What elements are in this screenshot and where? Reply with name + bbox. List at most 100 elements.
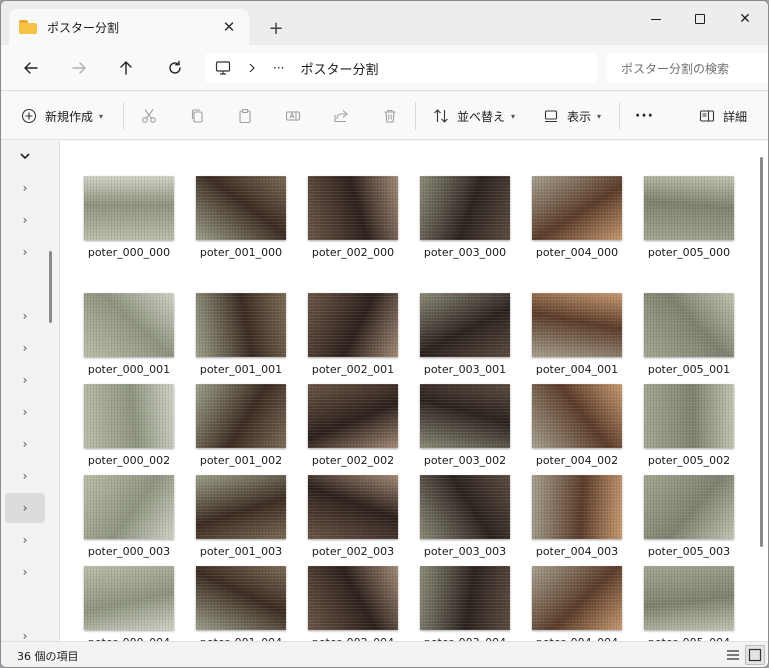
back-button[interactable]: [16, 53, 46, 83]
content-scrollbar[interactable]: [760, 157, 763, 547]
file-item[interactable]: poter_003_001: [406, 293, 518, 383]
new-button[interactable]: 新規作成 ▾: [21, 104, 103, 128]
file-item[interactable]: poter_002_004: [294, 566, 406, 641]
image-thumbnail[interactable]: [644, 293, 734, 357]
image-thumbnail[interactable]: [196, 293, 286, 357]
file-item[interactable]: poter_002_001: [294, 293, 406, 383]
image-thumbnail[interactable]: [644, 475, 734, 539]
more-options-button[interactable]: ···: [635, 104, 654, 128]
details-view-button[interactable]: [723, 645, 743, 665]
image-thumbnail[interactable]: [308, 475, 398, 539]
search-input[interactable]: ポスター分割の検索: [607, 53, 768, 83]
nav-expand-3[interactable]: ›: [5, 237, 45, 267]
large-icons-view-button[interactable]: [745, 645, 765, 665]
image-thumbnail[interactable]: [420, 293, 510, 357]
collapse-chevron[interactable]: [5, 141, 45, 171]
image-thumbnail[interactable]: [84, 475, 174, 539]
tab-poster-split[interactable]: ポスター分割 ✕: [9, 9, 249, 45]
file-item[interactable]: poter_004_002: [518, 384, 630, 474]
image-thumbnail[interactable]: [644, 384, 734, 448]
image-thumbnail[interactable]: [308, 176, 398, 240]
image-thumbnail[interactable]: [532, 293, 622, 357]
monitor-icon[interactable]: [215, 60, 231, 76]
file-item[interactable]: poter_005_003: [630, 475, 742, 565]
nav-expand-1[interactable]: ›: [5, 173, 45, 203]
file-item[interactable]: poter_005_001: [630, 293, 742, 383]
file-item[interactable]: poter_004_001: [518, 293, 630, 383]
image-thumbnail[interactable]: [308, 384, 398, 448]
details-button[interactable]: 詳細: [699, 104, 747, 128]
file-item[interactable]: poter_001_004: [182, 566, 294, 641]
minimize-button[interactable]: [633, 1, 679, 37]
forward-button[interactable]: [64, 53, 94, 83]
file-item[interactable]: poter_001_003: [182, 475, 294, 565]
delete-button[interactable]: [382, 104, 398, 128]
image-thumbnail[interactable]: [84, 176, 174, 240]
copy-button[interactable]: [189, 104, 205, 128]
file-item[interactable]: poter_005_002: [630, 384, 742, 474]
sort-button[interactable]: 並べ替え ▾: [433, 104, 515, 128]
image-thumbnail[interactable]: [420, 475, 510, 539]
chevron-right-icon[interactable]: [247, 63, 257, 73]
image-thumbnail[interactable]: [532, 384, 622, 448]
image-thumbnail[interactable]: [420, 384, 510, 448]
nav-expand-8[interactable]: ›: [5, 429, 45, 459]
image-thumbnail[interactable]: [84, 293, 174, 357]
nav-expand-4[interactable]: ›: [5, 301, 45, 331]
breadcrumb-current[interactable]: ポスター分割: [300, 59, 378, 78]
address-bar[interactable]: ··· ポスター分割: [205, 53, 597, 83]
new-tab-button[interactable]: +: [263, 15, 289, 41]
image-thumbnail[interactable]: [196, 566, 286, 630]
image-thumbnail[interactable]: [644, 176, 734, 240]
file-item[interactable]: poter_005_004: [630, 566, 742, 641]
file-item[interactable]: poter_000_004: [70, 566, 182, 641]
file-item[interactable]: poter_004_000: [518, 176, 630, 266]
file-item[interactable]: poter_002_002: [294, 384, 406, 474]
image-thumbnail[interactable]: [196, 176, 286, 240]
view-button[interactable]: 表示 ▾: [543, 104, 601, 128]
nav-expand-9[interactable]: ›: [5, 461, 45, 491]
image-thumbnail[interactable]: [196, 384, 286, 448]
file-item[interactable]: poter_001_000: [182, 176, 294, 266]
file-item[interactable]: poter_000_001: [70, 293, 182, 383]
up-button[interactable]: [111, 53, 141, 83]
file-item[interactable]: poter_000_002: [70, 384, 182, 474]
maximize-button[interactable]: [677, 1, 723, 37]
image-thumbnail[interactable]: [84, 566, 174, 630]
nav-scrollbar[interactable]: [49, 251, 52, 323]
file-item[interactable]: poter_004_003: [518, 475, 630, 565]
nav-expand-11[interactable]: ›: [5, 557, 45, 587]
nav-expand-selected[interactable]: ›: [5, 493, 45, 523]
file-item[interactable]: poter_001_001: [182, 293, 294, 383]
image-thumbnail[interactable]: [532, 475, 622, 539]
image-thumbnail[interactable]: [532, 566, 622, 630]
file-item[interactable]: poter_000_003: [70, 475, 182, 565]
refresh-button[interactable]: [160, 53, 190, 83]
file-item[interactable]: poter_001_002: [182, 384, 294, 474]
image-thumbnail[interactable]: [308, 566, 398, 630]
image-thumbnail[interactable]: [420, 176, 510, 240]
file-item[interactable]: poter_005_000: [630, 176, 742, 266]
close-window-button[interactable]: ✕: [722, 1, 768, 37]
nav-expand-2[interactable]: ›: [5, 205, 45, 235]
nav-expand-6[interactable]: ›: [5, 365, 45, 395]
file-item[interactable]: poter_003_003: [406, 475, 518, 565]
file-item[interactable]: poter_002_000: [294, 176, 406, 266]
paste-button[interactable]: [237, 104, 253, 128]
image-thumbnail[interactable]: [644, 566, 734, 630]
image-thumbnail[interactable]: [532, 176, 622, 240]
file-item[interactable]: poter_002_003: [294, 475, 406, 565]
share-button[interactable]: [333, 104, 349, 128]
rename-button[interactable]: [285, 104, 301, 128]
cut-button[interactable]: [141, 104, 157, 128]
file-item[interactable]: poter_003_000: [406, 176, 518, 266]
file-item[interactable]: poter_004_004: [518, 566, 630, 641]
file-item[interactable]: poter_000_000: [70, 176, 182, 266]
file-item[interactable]: poter_003_004: [406, 566, 518, 641]
nav-expand-10[interactable]: ›: [5, 525, 45, 555]
image-thumbnail[interactable]: [196, 475, 286, 539]
image-thumbnail[interactable]: [420, 566, 510, 630]
image-thumbnail[interactable]: [308, 293, 398, 357]
image-thumbnail[interactable]: [84, 384, 174, 448]
breadcrumb-overflow[interactable]: ···: [273, 61, 284, 75]
